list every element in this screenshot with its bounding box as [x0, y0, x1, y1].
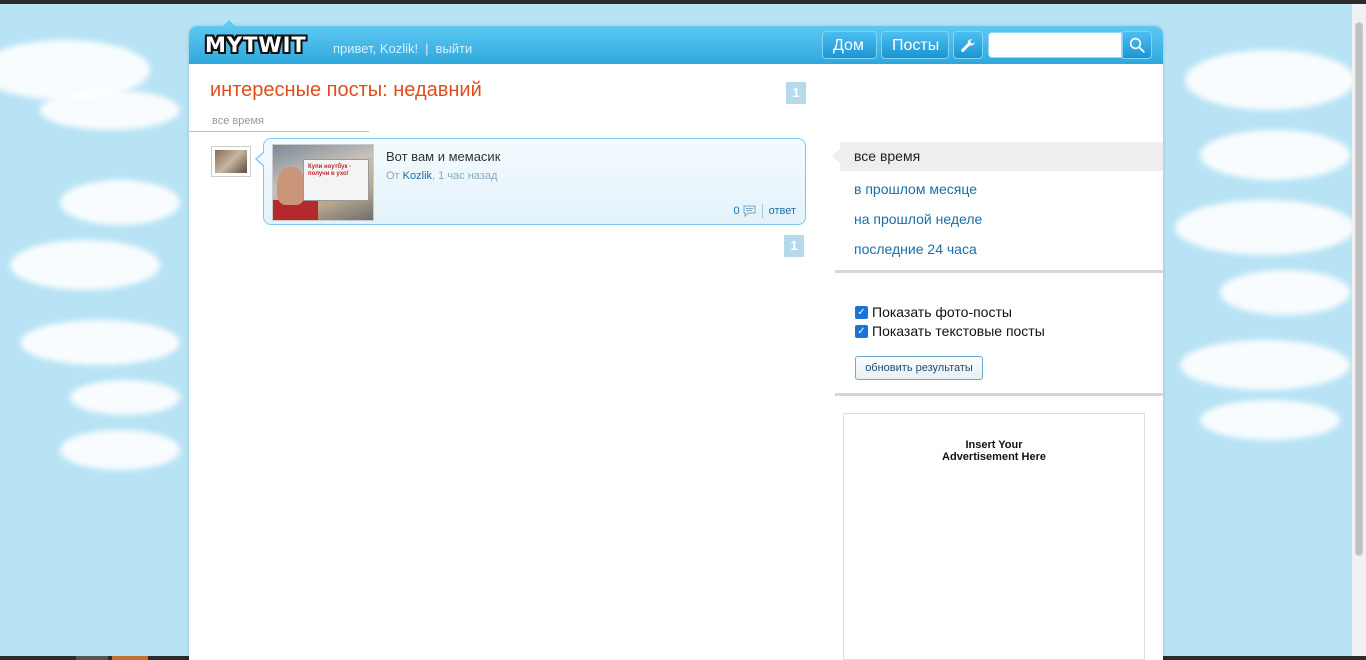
- sidebar-item-last-24h[interactable]: последние 24 часа: [854, 241, 977, 257]
- nav-home-button[interactable]: Дом: [822, 31, 877, 59]
- search-button[interactable]: [1122, 31, 1152, 59]
- show-photo-posts-label: Показать фото-посты: [872, 304, 1012, 320]
- author-avatar[interactable]: [211, 146, 251, 177]
- post-by-label: От: [386, 170, 400, 182]
- filter-tab-all-time[interactable]: все время: [212, 115, 264, 127]
- search-input[interactable]: [988, 32, 1122, 58]
- site-logo[interactable]: MYTWIT: [201, 33, 311, 57]
- checkbox-checked-icon[interactable]: ✓: [855, 305, 868, 319]
- post-title[interactable]: Вот вам и мемасик: [386, 149, 500, 164]
- greeting-text: привет, Kozlik!: [333, 41, 419, 56]
- greeting-separator: |: [425, 41, 429, 56]
- pagination-page-1-top[interactable]: 1: [786, 82, 806, 104]
- settings-button[interactable]: [953, 31, 983, 59]
- refresh-results-button[interactable]: обновить результаты: [855, 356, 983, 380]
- checkbox-checked-icon[interactable]: ✓: [855, 324, 868, 338]
- sidebar-divider: [835, 270, 1163, 273]
- header-notch: [223, 20, 235, 26]
- user-greeting: привет, Kozlik! | выйти: [333, 41, 472, 56]
- reply-link[interactable]: ответ: [769, 205, 796, 217]
- page-container: MYTWIT привет, Kozlik! | выйти Дом Посты и…: [189, 20, 1163, 660]
- pagination-page-1-bottom[interactable]: 1: [784, 235, 804, 257]
- advertisement-text: Insert Your Advertisement Here: [942, 439, 1046, 463]
- nav-posts-button[interactable]: Посты: [881, 31, 949, 59]
- page-scrollbar[interactable]: [1352, 4, 1366, 656]
- comments-count[interactable]: 0: [733, 205, 739, 217]
- sidebar-item-all-time[interactable]: все время: [832, 142, 1163, 171]
- post-thumbnail[interactable]: Купи ноутбук - получи в ухо!: [272, 144, 374, 221]
- post-actions: 0 ответ: [733, 204, 796, 218]
- search-icon: [1129, 37, 1145, 53]
- site-header: MYTWIT привет, Kozlik! | выйти Дом Посты: [189, 20, 1163, 64]
- sidebar-divider: [835, 393, 1163, 396]
- page-title: интересные посты: недавний: [210, 79, 482, 101]
- thumbnail-caption: Купи ноутбук - получи в ухо!: [308, 164, 352, 177]
- advertisement-box[interactable]: Insert Your Advertisement Here: [843, 413, 1145, 660]
- sidebar-item-last-month[interactable]: в прошлом месяце: [854, 181, 977, 197]
- show-text-posts-checkbox[interactable]: ✓ Показать текстовые посты: [855, 323, 1045, 339]
- scrollbar-thumb[interactable]: [1355, 22, 1363, 556]
- post-card: Купи ноутбук - получи в ухо! Вот вам и м…: [255, 138, 806, 225]
- comment-icon[interactable]: [743, 205, 756, 217]
- post-time: 1 час назад: [438, 170, 498, 182]
- avatar-image: [215, 150, 247, 173]
- show-photo-posts-checkbox[interactable]: ✓ Показать фото-посты: [855, 304, 1012, 320]
- logout-link[interactable]: выйти: [436, 41, 473, 56]
- wrench-icon: [961, 39, 975, 52]
- sidebar-item-last-week[interactable]: на прошлой неделе: [854, 211, 982, 227]
- show-text-posts-label: Показать текстовые посты: [872, 323, 1045, 339]
- post-meta: От Kozlik, 1 час назад: [386, 170, 498, 182]
- filter-underline: [189, 131, 369, 132]
- post-author-link[interactable]: Kozlik: [403, 170, 432, 182]
